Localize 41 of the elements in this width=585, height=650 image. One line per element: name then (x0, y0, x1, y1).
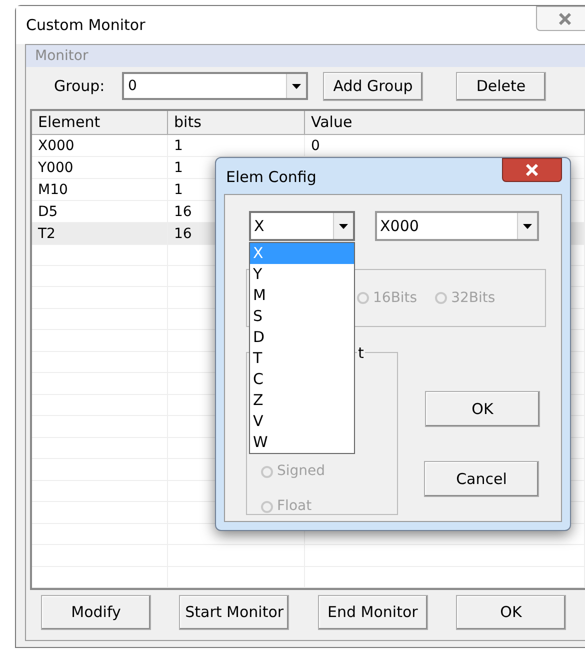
dropdown-option[interactable]: V (250, 411, 354, 432)
type-combo[interactable]: X (249, 211, 355, 241)
panel-title: Monitor (35, 46, 88, 66)
group-combo[interactable]: 0 (122, 72, 308, 100)
table-cell: M10 (38, 182, 68, 198)
push-button[interactable]: End Monitor (318, 595, 428, 630)
dropdown-option[interactable]: Y (250, 264, 354, 285)
table-cell: T2 (38, 226, 56, 242)
table-cell: 1 (174, 182, 183, 198)
group-label: Group: (54, 76, 106, 97)
table-cell: 1 (174, 160, 183, 176)
push-button[interactable]: OK (425, 391, 540, 427)
table-cell: 1 (174, 138, 183, 154)
dropdown-option[interactable]: Z (250, 390, 354, 411)
push-button[interactable]: Start Monitor (179, 595, 290, 630)
column-header[interactable]: bits (168, 111, 305, 134)
push-button[interactable]: OK (456, 595, 566, 630)
push-button[interactable]: Add Group (323, 72, 423, 100)
table-cell: 16 (174, 204, 192, 220)
close-icon (558, 12, 572, 24)
push-button[interactable]: Modify (41, 595, 151, 630)
table-cell: 0 (311, 138, 320, 154)
push-button[interactable]: Delete (456, 72, 546, 100)
dropdown-option[interactable]: M (250, 285, 354, 306)
dialog-title: Elem Config (226, 167, 316, 188)
column-header[interactable]: Value (305, 111, 585, 134)
dropdown-option[interactable]: D (250, 327, 354, 348)
dropdown-option[interactable]: S (250, 306, 354, 327)
window-title: Custom Monitor (26, 14, 146, 36)
close-icon (525, 164, 539, 176)
dropdown-option[interactable]: T (250, 348, 354, 369)
table-cell: X000 (38, 138, 74, 154)
close-button[interactable] (502, 158, 562, 182)
table-cell: 16 (174, 226, 192, 242)
dropdown-option[interactable]: W (250, 432, 354, 453)
table-cell: Y000 (38, 160, 74, 176)
column-header[interactable]: Element (32, 111, 168, 134)
push-button[interactable]: Cancel (424, 461, 539, 497)
table-cell: D5 (38, 204, 58, 220)
dropdown-option[interactable]: C (250, 369, 354, 390)
address-combo[interactable]: X000 (375, 211, 539, 241)
